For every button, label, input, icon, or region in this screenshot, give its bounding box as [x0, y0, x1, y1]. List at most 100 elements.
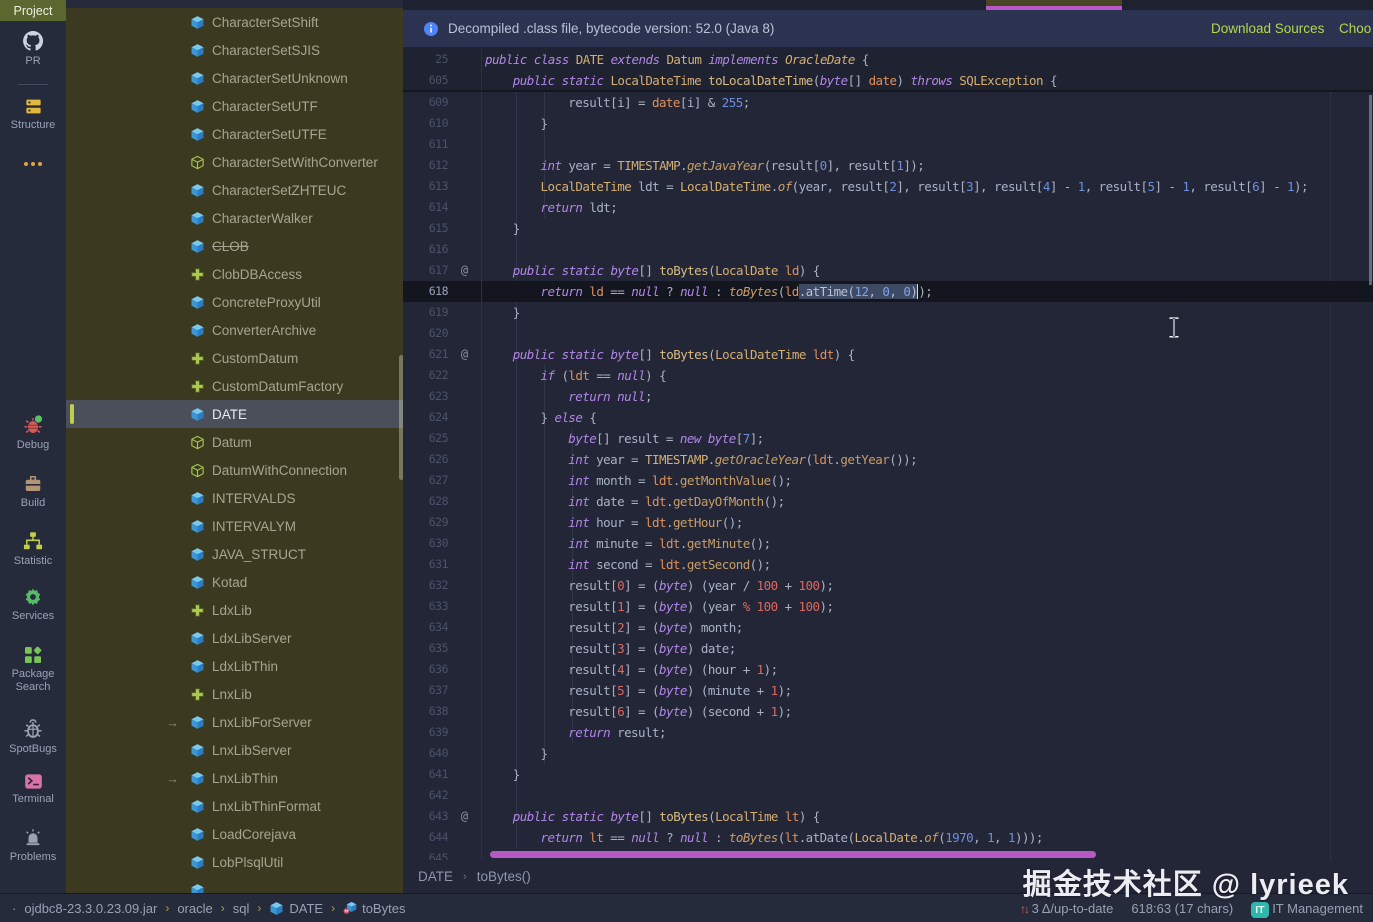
line-number[interactable]: 628 [403, 491, 448, 512]
tree-item-loadcorejava[interactable]: LoadCorejava [66, 820, 403, 848]
line-number[interactable]: 613 [403, 176, 448, 197]
line-number[interactable]: 616 [403, 239, 448, 260]
code-line[interactable]: 637result[5] = (byte) (minute + 1); [403, 680, 1373, 701]
sidebar-item-build[interactable]: Build [0, 474, 66, 510]
code-line[interactable]: 615} [403, 218, 1373, 239]
code-line[interactable]: 623return null; [403, 386, 1373, 407]
tree-item-charactersetwithconverter[interactable]: CharacterSetWithConverter [66, 148, 403, 176]
tree-item-charactersetutf[interactable]: CharacterSetUTF [66, 92, 403, 120]
sidebar-item-debug[interactable]: Debug [0, 414, 66, 452]
code-line[interactable]: 644return lt == null ? null : toBytes(lt… [403, 827, 1373, 848]
code-line[interactable]: 636result[4] = (byte) (hour + 1); [403, 659, 1373, 680]
status-path-sql[interactable]: sql [233, 901, 250, 916]
line-number[interactable]: 625 [403, 428, 448, 449]
line-number[interactable]: 641 [403, 764, 448, 785]
tree-item-intervalds[interactable]: INTERVALDS [66, 484, 403, 512]
sidebar-item-project[interactable]: Project [0, 0, 66, 21]
project-tree-panel[interactable]: CharacterSetShift CharacterSetSJIS Chara… [66, 0, 403, 893]
code-line[interactable]: 611 [403, 134, 1373, 155]
code-line[interactable]: 618return ld == null ? null : toBytes(ld… [403, 281, 1373, 302]
code-line[interactable]: 622if (ldt == null) { [403, 365, 1373, 386]
sidebar-item-package-search[interactable]: Package Search [0, 645, 66, 694]
line-number[interactable]: 610 [403, 113, 448, 134]
tree-item-ldxlib[interactable]: LdxLib [66, 596, 403, 624]
line-number[interactable]: 612 [403, 155, 448, 176]
code-line[interactable]: 631int second = ldt.getSecond(); [403, 554, 1373, 575]
tree-item-datum[interactable]: Datum [66, 428, 403, 456]
line-number[interactable]: 618 [403, 281, 448, 302]
code-area[interactable]: 609result[i] = date[i] & 255;610}611612i… [403, 92, 1373, 860]
vertical-scrollbar[interactable] [1369, 95, 1372, 285]
code-line[interactable]: 613LocalDateTime ldt = LocalDateTime.of(… [403, 176, 1373, 197]
line-number[interactable]: 632 [403, 575, 448, 596]
line-number[interactable]: 644 [403, 827, 448, 848]
line-number[interactable]: 611 [403, 134, 448, 155]
code-line[interactable]: 25public class DATE extends Datum implem… [403, 49, 1373, 70]
sidebar-item-problems[interactable]: Problems [0, 828, 66, 864]
status-path-ojdbc8-23-3-0-23-09-jar[interactable]: ojdbc8-23.3.0.23.09.jar [24, 901, 157, 916]
line-number[interactable]: 640 [403, 743, 448, 764]
tree-item-charactersetunknown[interactable]: CharacterSetUnknown [66, 64, 403, 92]
sidebar-item-statistic[interactable]: Statistic [0, 530, 66, 568]
editor-panel[interactable]: Decompiled .class file, bytecode version… [403, 0, 1373, 893]
tree-item-charactersetzhteuc[interactable]: CharacterSetZHTEUC [66, 176, 403, 204]
sidebar-item-pr[interactable]: PR [0, 30, 66, 68]
code-line[interactable]: 624} else { [403, 407, 1373, 428]
tree-item-characterwalker[interactable]: CharacterWalker [66, 204, 403, 232]
line-number[interactable]: 621 [403, 344, 448, 365]
code-line[interactable]: 621@public static byte[] toBytes(LocalDa… [403, 344, 1373, 365]
tree-item-customdatumfactory[interactable]: CustomDatumFactory [66, 372, 403, 400]
breadcrumb-item-class[interactable]: DATE [418, 869, 453, 884]
status-path-tobytes[interactable]: toBytes [343, 901, 405, 916]
tree-item-lnxlib[interactable]: LnxLib [66, 680, 403, 708]
code-line[interactable]: 628int date = ldt.getDayOfMonth(); [403, 491, 1373, 512]
sidebar-item-terminal[interactable]: Terminal [0, 773, 66, 806]
tree-item-datumwithconnection[interactable]: DatumWithConnection [66, 456, 403, 484]
tree-item-clob[interactable]: CLOB [66, 232, 403, 260]
tree-item-ldxlibthin[interactable]: LdxLibThin [66, 652, 403, 680]
code-line[interactable]: 609result[i] = date[i] & 255; [403, 92, 1373, 113]
line-number[interactable]: 636 [403, 659, 448, 680]
code-line[interactable]: 632result[0] = (byte) (year / 100 + 100)… [403, 575, 1373, 596]
line-number[interactable]: 605 [403, 70, 448, 91]
line-number[interactable]: 627 [403, 470, 448, 491]
code-line[interactable]: 643@public static byte[] toBytes(LocalTi… [403, 806, 1373, 827]
code-line[interactable]: 626int year = TIMESTAMP.getOracleYear(ld… [403, 449, 1373, 470]
code-line[interactable]: 620 [403, 323, 1373, 344]
code-line[interactable]: 630int minute = ldt.getMinute(); [403, 533, 1373, 554]
choose-sources-link[interactable]: Choo [1339, 10, 1371, 47]
sidebar-item-services[interactable]: Services [0, 587, 66, 623]
tree-item-intervalym[interactable]: INTERVALYM [66, 512, 403, 540]
line-number[interactable]: 617 [403, 260, 448, 281]
line-number[interactable]: 624 [403, 407, 448, 428]
line-number[interactable]: 643 [403, 806, 448, 827]
tree-item-charactersetsjis[interactable]: CharacterSetSJIS [66, 36, 403, 64]
line-number[interactable]: 619 [403, 302, 448, 323]
code-line[interactable]: 629int hour = ldt.getHour(); [403, 512, 1373, 533]
line-number[interactable]: 626 [403, 449, 448, 470]
horizontal-scrollbar[interactable] [490, 851, 1096, 858]
line-number[interactable]: 634 [403, 617, 448, 638]
code-line[interactable]: 625byte[] result = new byte[7]; [403, 428, 1373, 449]
line-number[interactable]: 635 [403, 638, 448, 659]
line-number[interactable]: 620 [403, 323, 448, 344]
tree-item-converterarchive[interactable]: ConverterArchive [66, 316, 403, 344]
code-line[interactable]: 612int year = TIMESTAMP.getJavaYear(resu… [403, 155, 1373, 176]
code-line[interactable]: 617@public static byte[] toBytes(LocalDa… [403, 260, 1373, 281]
tree-item-lnxlibforserver[interactable]: → LnxLibForServer [66, 708, 403, 736]
tree-item-java_struct[interactable]: JAVA_STRUCT [66, 540, 403, 568]
code-line[interactable]: 619} [403, 302, 1373, 323]
code-line[interactable]: 638result[6] = (byte) (second + 1); [403, 701, 1373, 722]
tree-item-date[interactable]: DATE [66, 400, 403, 428]
code-line[interactable]: 614return ldt; [403, 197, 1373, 218]
sidebar-item-more[interactable] [0, 160, 66, 168]
line-number[interactable]: 622 [403, 365, 448, 386]
tree-item-clobdbaccess[interactable]: ClobDBAccess [66, 260, 403, 288]
code-line[interactable]: 616 [403, 239, 1373, 260]
code-line[interactable]: 641} [403, 764, 1373, 785]
line-number[interactable]: 609 [403, 92, 448, 113]
code-line[interactable]: 633result[1] = (byte) (year % 100 + 100)… [403, 596, 1373, 617]
tree-item-concreteproxyutil[interactable]: ConcreteProxyUtil [66, 288, 403, 316]
tree-item[interactable] [66, 876, 403, 893]
code-line[interactable]: 634result[2] = (byte) month; [403, 617, 1373, 638]
